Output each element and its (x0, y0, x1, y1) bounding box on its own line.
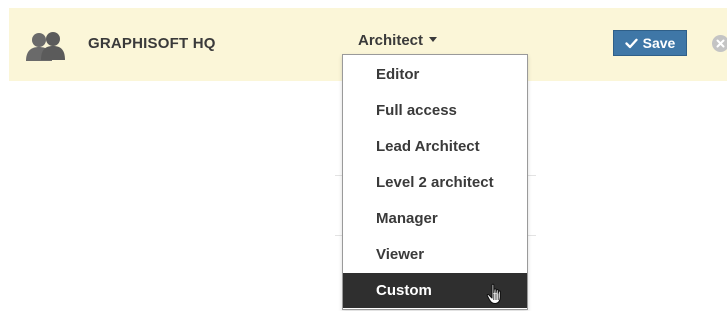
role-select-value: Architect (358, 32, 424, 49)
hand-pointer-icon (486, 283, 501, 305)
dropdown-option[interactable]: Manager (343, 201, 527, 236)
role-select[interactable]: Architect (358, 32, 438, 52)
dropdown-option[interactable]: Editor (343, 57, 527, 92)
row-divider (528, 235, 536, 236)
group-icon (26, 32, 65, 61)
role-dropdown-menu: Editor Full access Lead Architect Level … (342, 54, 528, 310)
row-divider (528, 175, 536, 176)
dropdown-option[interactable]: Full access (343, 93, 527, 128)
save-button-label: Save (642, 35, 676, 51)
permissions-screen: GRAPHISOFT HQ Architect Save Editor Full… (0, 0, 727, 311)
dropdown-option[interactable]: Lead Architect (343, 129, 527, 164)
checkmark-icon (624, 38, 638, 48)
save-button[interactable]: Save (613, 30, 687, 56)
dropdown-option[interactable]: Level 2 architect (343, 165, 527, 200)
caret-down-icon (429, 36, 438, 42)
close-icon[interactable] (712, 35, 727, 52)
dropdown-option[interactable]: Viewer (343, 237, 527, 272)
group-name: GRAPHISOFT HQ (88, 35, 216, 52)
